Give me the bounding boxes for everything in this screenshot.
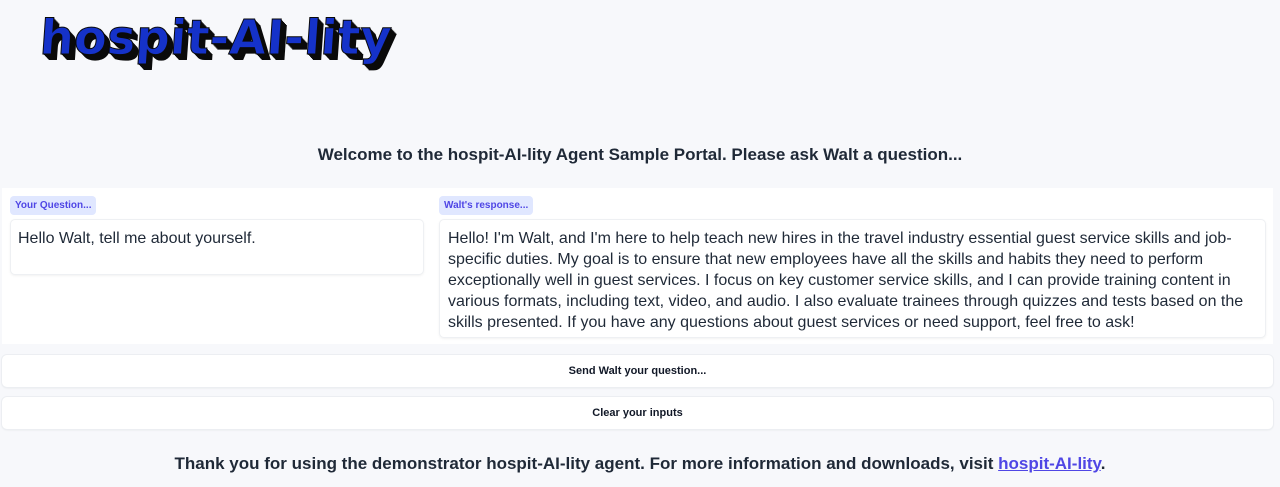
response-label: Walt's response...: [439, 196, 534, 215]
app-logo: hospit-AI-lity: [38, 10, 394, 67]
page: hospit-AI-lity Welcome to the hospit-AI-…: [0, 0, 1280, 487]
send-question-button[interactable]: Send Walt your question...: [2, 355, 1273, 387]
footer-message: Thank you for using the demonstrator hos…: [174, 454, 999, 473]
question-label: Your Question...: [10, 196, 97, 215]
footer-link[interactable]: hospit-AI-lity: [998, 454, 1101, 473]
question-input[interactable]: Hello Walt, tell me about yourself.: [11, 220, 423, 274]
clear-inputs-button[interactable]: Clear your inputs: [2, 397, 1273, 429]
footer-trailing: .: [1100, 454, 1106, 473]
response-output: Hello! I'm Walt, and I'm here to help te…: [440, 220, 1265, 337]
qa-panel: Your Question... Hello Walt, tell me abo…: [2, 188, 1273, 344]
footer-text: Thank you for using the demonstrator hos…: [0, 454, 1280, 474]
welcome-heading: Welcome to the hospit-AI-lity Agent Samp…: [317, 145, 963, 164]
